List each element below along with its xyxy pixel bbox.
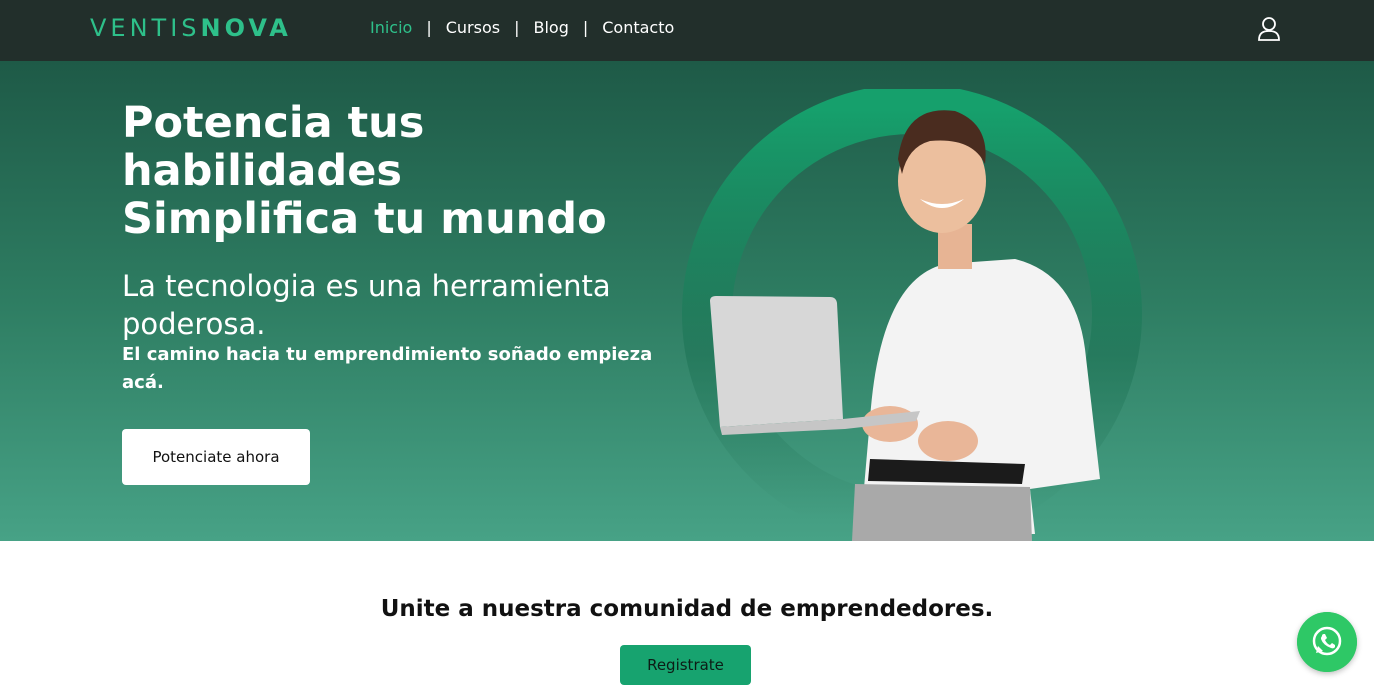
hero-subheadline: La tecnologia es una herramienta poderos…	[122, 269, 611, 341]
logo-light-text: VENTIS	[90, 14, 201, 42]
community-heading: Unite a nuestra comunidad de emprendedor…	[380, 596, 994, 622]
hero-headline-line-1: Potencia tus	[122, 98, 425, 148]
nav-link-inicio[interactable]: Inicio	[370, 18, 412, 37]
top-navbar: VENTISNOVA Inicio | Cursos | Blog | Cont…	[0, 0, 1374, 61]
hero-headline: Potencia tus habilidades Simplifica tu m…	[122, 99, 682, 243]
nav-separator: |	[514, 18, 520, 37]
user-icon[interactable]	[1256, 16, 1282, 42]
nav-link-cursos[interactable]: Cursos	[446, 18, 500, 37]
nav-link-contacto[interactable]: Contacto	[602, 18, 674, 37]
whatsapp-icon[interactable]	[1297, 612, 1357, 672]
logo-bold-text: NOVA	[200, 14, 292, 42]
hero-tagline: El camino hacia tu emprendimiento soñado…	[122, 344, 653, 393]
nav-link-blog[interactable]: Blog	[533, 18, 568, 37]
nav-separator: |	[582, 18, 589, 37]
hero-headline-line-3: Simplifica tu mundo	[122, 194, 607, 244]
nav-separator: |	[426, 18, 432, 37]
hero-headline-line-2: habilidades	[122, 146, 402, 196]
brand-logo[interactable]: VENTISNOVA	[90, 14, 292, 42]
potenciate-button[interactable]: Potenciate ahora	[122, 429, 310, 485]
hero-illustration	[682, 89, 1142, 541]
main-nav: Inicio | Cursos | Blog | Contacto	[370, 18, 674, 37]
register-button[interactable]: Registrate	[620, 645, 751, 685]
hero-section: Potencia tus habilidades Simplifica tu m…	[0, 61, 1374, 541]
